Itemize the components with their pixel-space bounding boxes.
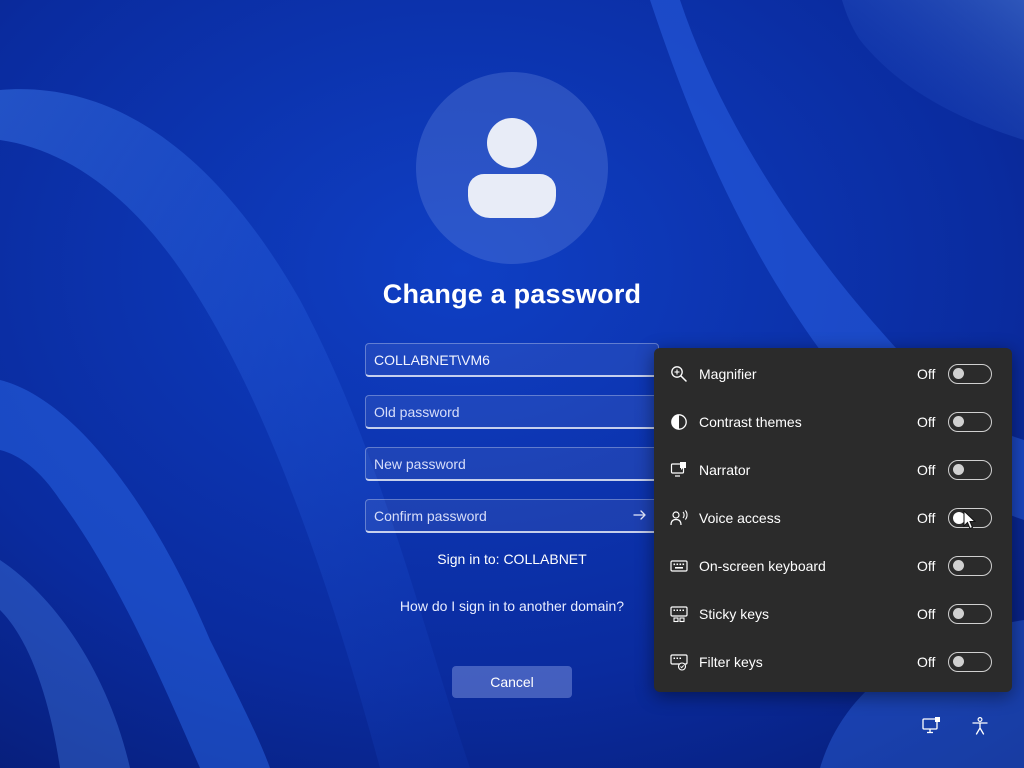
avatar-head-icon xyxy=(487,118,537,168)
toggle-knob xyxy=(953,560,964,571)
confirm-password-placeholder: Confirm password xyxy=(374,507,487,524)
mouse-cursor-icon xyxy=(963,510,977,530)
toggle-knob xyxy=(953,608,964,619)
accessibility-icon[interactable] xyxy=(970,716,990,736)
new-password-input[interactable]: New password xyxy=(365,447,659,481)
keyboard-icon xyxy=(670,560,688,572)
other-domain-link[interactable]: How do I sign in to another domain? xyxy=(330,598,694,614)
toggle-knob xyxy=(953,464,964,475)
accessibility-item-magnifier[interactable]: Magnifier Off xyxy=(654,350,1012,398)
avatar-body-icon xyxy=(468,174,556,218)
cancel-button-label: Cancel xyxy=(490,674,534,690)
magnifier-toggle[interactable] xyxy=(948,364,992,384)
on-screen-keyboard-state: Off xyxy=(917,558,936,574)
confirm-password-input[interactable]: Confirm password xyxy=(365,499,659,533)
accessibility-item-narrator[interactable]: Narrator Off xyxy=(654,446,1012,494)
on-screen-keyboard-toggle[interactable] xyxy=(948,556,992,576)
sticky-keys-icon xyxy=(670,606,688,623)
filter-keys-state: Off xyxy=(917,654,936,670)
on-screen-keyboard-label: On-screen keyboard xyxy=(699,558,826,574)
submit-arrow-icon[interactable] xyxy=(632,507,648,523)
sign-in-to-label: Sign in to: COLLABNET xyxy=(437,551,587,567)
old-password-placeholder: Old password xyxy=(374,403,460,420)
narrator-icon xyxy=(670,462,686,477)
username-field[interactable]: COLLABNET\VM6 xyxy=(365,343,659,377)
page-title: Change a password xyxy=(382,279,642,309)
magnifier-state: Off xyxy=(917,366,936,382)
accessibility-item-contrast-themes[interactable]: Contrast themes Off xyxy=(654,398,1012,446)
toggle-knob xyxy=(953,416,964,427)
accessibility-item-filter-keys[interactable]: Filter keys Off xyxy=(654,638,1012,686)
accessibility-item-voice-access[interactable]: Voice access Off xyxy=(654,494,1012,542)
contrast-themes-label: Contrast themes xyxy=(699,414,802,430)
accessibility-panel: Magnifier Off Contrast themes Off Narrat… xyxy=(654,348,1012,692)
narrator-toggle[interactable] xyxy=(948,460,992,480)
toggle-knob xyxy=(953,368,964,379)
magnifier-label: Magnifier xyxy=(699,366,757,382)
magnifier-icon xyxy=(671,366,687,382)
voice-access-icon xyxy=(670,510,688,526)
narrator-label: Narrator xyxy=(699,462,751,478)
accessibility-item-sticky-keys[interactable]: Sticky keys Off xyxy=(654,590,1012,638)
narrator-state: Off xyxy=(917,462,936,478)
voice-access-state: Off xyxy=(917,510,936,526)
sticky-keys-state: Off xyxy=(917,606,936,622)
voice-access-label: Voice access xyxy=(699,510,781,526)
sticky-keys-label: Sticky keys xyxy=(699,606,770,622)
user-avatar xyxy=(416,72,608,264)
contrast-themes-state: Off xyxy=(917,414,936,430)
filter-keys-label: Filter keys xyxy=(699,654,763,670)
sticky-keys-toggle[interactable] xyxy=(948,604,992,624)
new-password-placeholder: New password xyxy=(374,455,466,472)
username-value: COLLABNET\VM6 xyxy=(374,351,490,368)
cancel-button[interactable]: Cancel xyxy=(452,666,572,698)
contrast-icon xyxy=(671,414,687,430)
network-display-icon[interactable] xyxy=(921,716,941,736)
accessibility-item-on-screen-keyboard[interactable]: On-screen keyboard Off xyxy=(654,542,1012,590)
toggle-knob xyxy=(953,656,964,667)
filter-keys-icon xyxy=(670,654,688,671)
old-password-input[interactable]: Old password xyxy=(365,395,659,429)
contrast-themes-toggle[interactable] xyxy=(948,412,992,432)
filter-keys-toggle[interactable] xyxy=(948,652,992,672)
